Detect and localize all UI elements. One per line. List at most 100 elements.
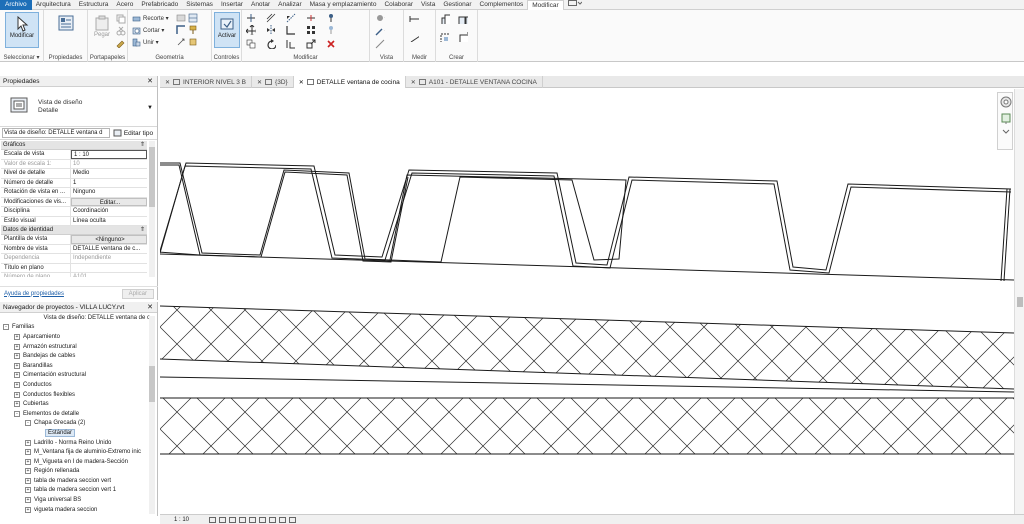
menu-tab-modificar[interactable]: Modificar <box>527 0 564 10</box>
menu-tab-arquitectura[interactable]: Arquitectura <box>32 0 75 10</box>
expand-icon[interactable]: + <box>14 401 20 408</box>
pin-icon[interactable] <box>326 13 336 23</box>
close-icon[interactable]: ✕ <box>165 79 170 86</box>
menu-tab-acero[interactable]: Acero <box>112 0 137 10</box>
tab-interior-nivel-3b[interactable]: ✕ INTERIOR NIVEL 3 B <box>160 76 252 88</box>
close-icon[interactable]: ✕ <box>299 79 304 86</box>
property-value[interactable] <box>71 264 147 273</box>
menu-tab-masa[interactable]: Masa y emplazamiento <box>306 0 381 10</box>
expand-icon[interactable]: + <box>25 487 31 494</box>
create-similar-icon[interactable] <box>458 32 468 42</box>
property-value[interactable]: <Ninguno> <box>71 235 147 244</box>
cope-button[interactable]: Recorte ▾ <box>132 13 169 24</box>
tree-item[interactable]: + Viga universal BS <box>0 495 150 505</box>
menu-tab-insertar[interactable]: Insertar <box>217 0 247 10</box>
collapse-icon[interactable]: - <box>14 410 20 417</box>
drawing-canvas[interactable] <box>160 89 1014 514</box>
expand-icon[interactable]: + <box>14 353 20 360</box>
tree-item[interactable]: + tabla de madera seccion vert <box>0 476 150 486</box>
properties-button[interactable] <box>49 12 83 48</box>
type-selector[interactable]: Vista de diseño Detalle ▼ <box>0 87 157 127</box>
split-icon[interactable] <box>306 13 316 23</box>
align-icon[interactable] <box>246 13 256 23</box>
menu-tab-complementos[interactable]: Complementos <box>476 0 528 10</box>
properties-help-link[interactable]: Ayuda de propiedades <box>4 291 64 297</box>
expand-icon[interactable]: + <box>14 333 20 340</box>
hatched-layer-lower[interactable] <box>160 397 1014 455</box>
view-scale[interactable]: 1 : 10 <box>174 517 189 523</box>
ribbon-toggle-icon[interactable] <box>564 0 586 10</box>
expand-icon[interactable]: + <box>25 497 31 504</box>
property-value[interactable]: Línea oculta <box>71 217 147 226</box>
collapse-icon[interactable]: ⇑ <box>140 226 145 235</box>
collapse-icon[interactable]: - <box>25 420 31 427</box>
browser-scrollbar[interactable] <box>149 316 155 514</box>
canvas-vertical-scrollbar[interactable] <box>1014 89 1024 514</box>
tree-item[interactable]: + Ladrillo - Norma Reino Unido <box>0 438 150 448</box>
panel-title-select[interactable]: Seleccionar ▾ <box>0 54 43 61</box>
property-value[interactable]: DETALLE ventana de c... <box>71 245 147 254</box>
measure-icon[interactable] <box>409 15 419 25</box>
tree-item[interactable]: + Cimentación estructural <box>0 371 150 381</box>
cut-icon[interactable] <box>116 26 126 36</box>
steering-wheel-icon[interactable] <box>1000 96 1012 108</box>
edit-type-button[interactable]: Editar tipo <box>113 129 153 137</box>
detail-level-icon[interactable] <box>209 516 217 523</box>
close-icon[interactable]: ✕ <box>147 302 153 313</box>
expand-icon[interactable]: + <box>14 381 20 388</box>
sun-path-icon[interactable] <box>229 516 237 523</box>
menu-tab-colaborar[interactable]: Colaborar <box>380 0 417 10</box>
close-icon[interactable]: ✕ <box>411 79 416 86</box>
menu-tab-archivo[interactable]: Archivo <box>0 0 32 10</box>
visual-style-icon[interactable] <box>219 516 227 523</box>
collapse-icon[interactable]: - <box>3 324 9 331</box>
menu-tab-gestionar[interactable]: Gestionar <box>439 0 475 10</box>
dimension-icon[interactable] <box>409 32 419 42</box>
show-crop-region-icon[interactable] <box>259 516 267 523</box>
tree-item[interactable]: + Barandillas <box>0 361 150 371</box>
tree-item[interactable]: + Aparcamiento <box>0 332 150 342</box>
scrollbar-thumb[interactable] <box>1017 297 1023 307</box>
menu-tab-analizar[interactable]: Analizar <box>274 0 305 10</box>
menu-tab-anotar[interactable]: Anotar <box>247 0 274 10</box>
paste-button[interactable]: Pegar <box>90 12 114 48</box>
tree-item[interactable]: Estándar <box>0 428 150 438</box>
menu-tab-prefabricado[interactable]: Prefabricado <box>137 0 182 10</box>
tab-3d[interactable]: ✕ {3D} <box>252 76 294 88</box>
corrugated-sheet-profile[interactable] <box>160 162 627 263</box>
unjoin-icon[interactable] <box>176 13 186 23</box>
corrugated-sheet[interactable] <box>160 162 1014 282</box>
close-icon[interactable]: ✕ <box>147 76 153 87</box>
mirror-draw-icon[interactable] <box>286 13 296 23</box>
activate-button[interactable]: Activar <box>214 12 240 48</box>
menu-tab-vista[interactable]: Vista <box>417 0 439 10</box>
tree-item[interactable]: - Chapa Grecada (2) <box>0 419 150 429</box>
remove-paint-icon[interactable] <box>188 37 198 47</box>
hatched-layer-upper[interactable] <box>160 289 1014 409</box>
tree-item[interactable]: + tabla de madera seccion vert 1 <box>0 486 150 496</box>
expand-icon[interactable]: + <box>25 458 31 465</box>
tab-detalle-ventana-cocina[interactable]: ✕ DETALLE ventana de cocina <box>293 76 406 88</box>
tree-item[interactable]: Vista de diseño: DETALLE ventana de c <box>0 313 150 323</box>
property-value[interactable]: Coordinación <box>71 207 147 216</box>
menu-tab-estructura[interactable]: Estructura <box>75 0 113 10</box>
expand-icon[interactable]: + <box>25 468 31 475</box>
delete-icon[interactable] <box>326 39 336 49</box>
shadows-icon[interactable] <box>239 516 247 523</box>
scale-icon[interactable] <box>306 39 316 49</box>
property-value[interactable]: Ninguno <box>71 188 147 197</box>
expand-icon[interactable]: + <box>25 506 31 513</box>
tree-item[interactable]: + Cubiertas <box>0 399 150 409</box>
modify-button[interactable]: Modificar <box>5 12 39 48</box>
apply-button[interactable]: Aplicar <box>121 288 154 299</box>
create-assembly-icon[interactable] <box>440 14 450 24</box>
match-type-icon[interactable] <box>116 38 126 48</box>
collapse-icon[interactable]: ⇑ <box>140 141 145 150</box>
tree-item[interactable]: + Bandejas de cables <box>0 351 150 361</box>
move-icon[interactable] <box>246 25 256 35</box>
properties-section-header[interactable]: Datos de identidad ⇑ <box>1 226 147 235</box>
tree-item[interactable]: - Familias <box>0 323 150 333</box>
instance-filter-dropdown[interactable]: Vista de diseño: DETALLE ventana d <box>2 128 110 138</box>
properties-scrollbar[interactable] <box>149 141 155 277</box>
properties-section-header[interactable]: Gráficos ⇑ <box>1 141 147 150</box>
